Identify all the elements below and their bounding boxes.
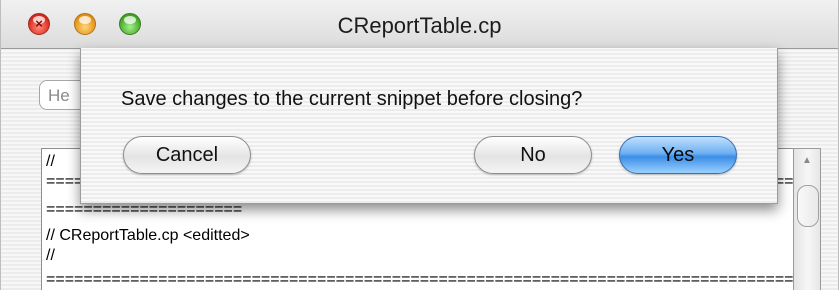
editor-line: // [46, 247, 55, 264]
document-window: × CReportTable.cp He // ================… [0, 0, 839, 290]
scroll-up-arrow-icon[interactable]: ▲ [802, 155, 812, 166]
window-title: CReportTable.cp [337, 13, 502, 38]
editor-line: ========================================… [46, 271, 795, 288]
no-button[interactable]: No [474, 136, 592, 174]
yes-button[interactable]: Yes [619, 136, 737, 174]
title-bar[interactable]: × CReportTable.cp [1, 0, 838, 49]
dialog-message: Save changes to the current snippet befo… [121, 88, 583, 110]
save-changes-sheet: Save changes to the current snippet befo… [80, 48, 778, 204]
editor-line: // [46, 153, 55, 170]
scroll-thumb[interactable] [797, 185, 819, 227]
vertical-scrollbar[interactable]: ▲ [793, 148, 821, 290]
cancel-button[interactable]: Cancel [123, 136, 251, 174]
editor-line: // CReportTable.cp <editted> [46, 227, 250, 244]
